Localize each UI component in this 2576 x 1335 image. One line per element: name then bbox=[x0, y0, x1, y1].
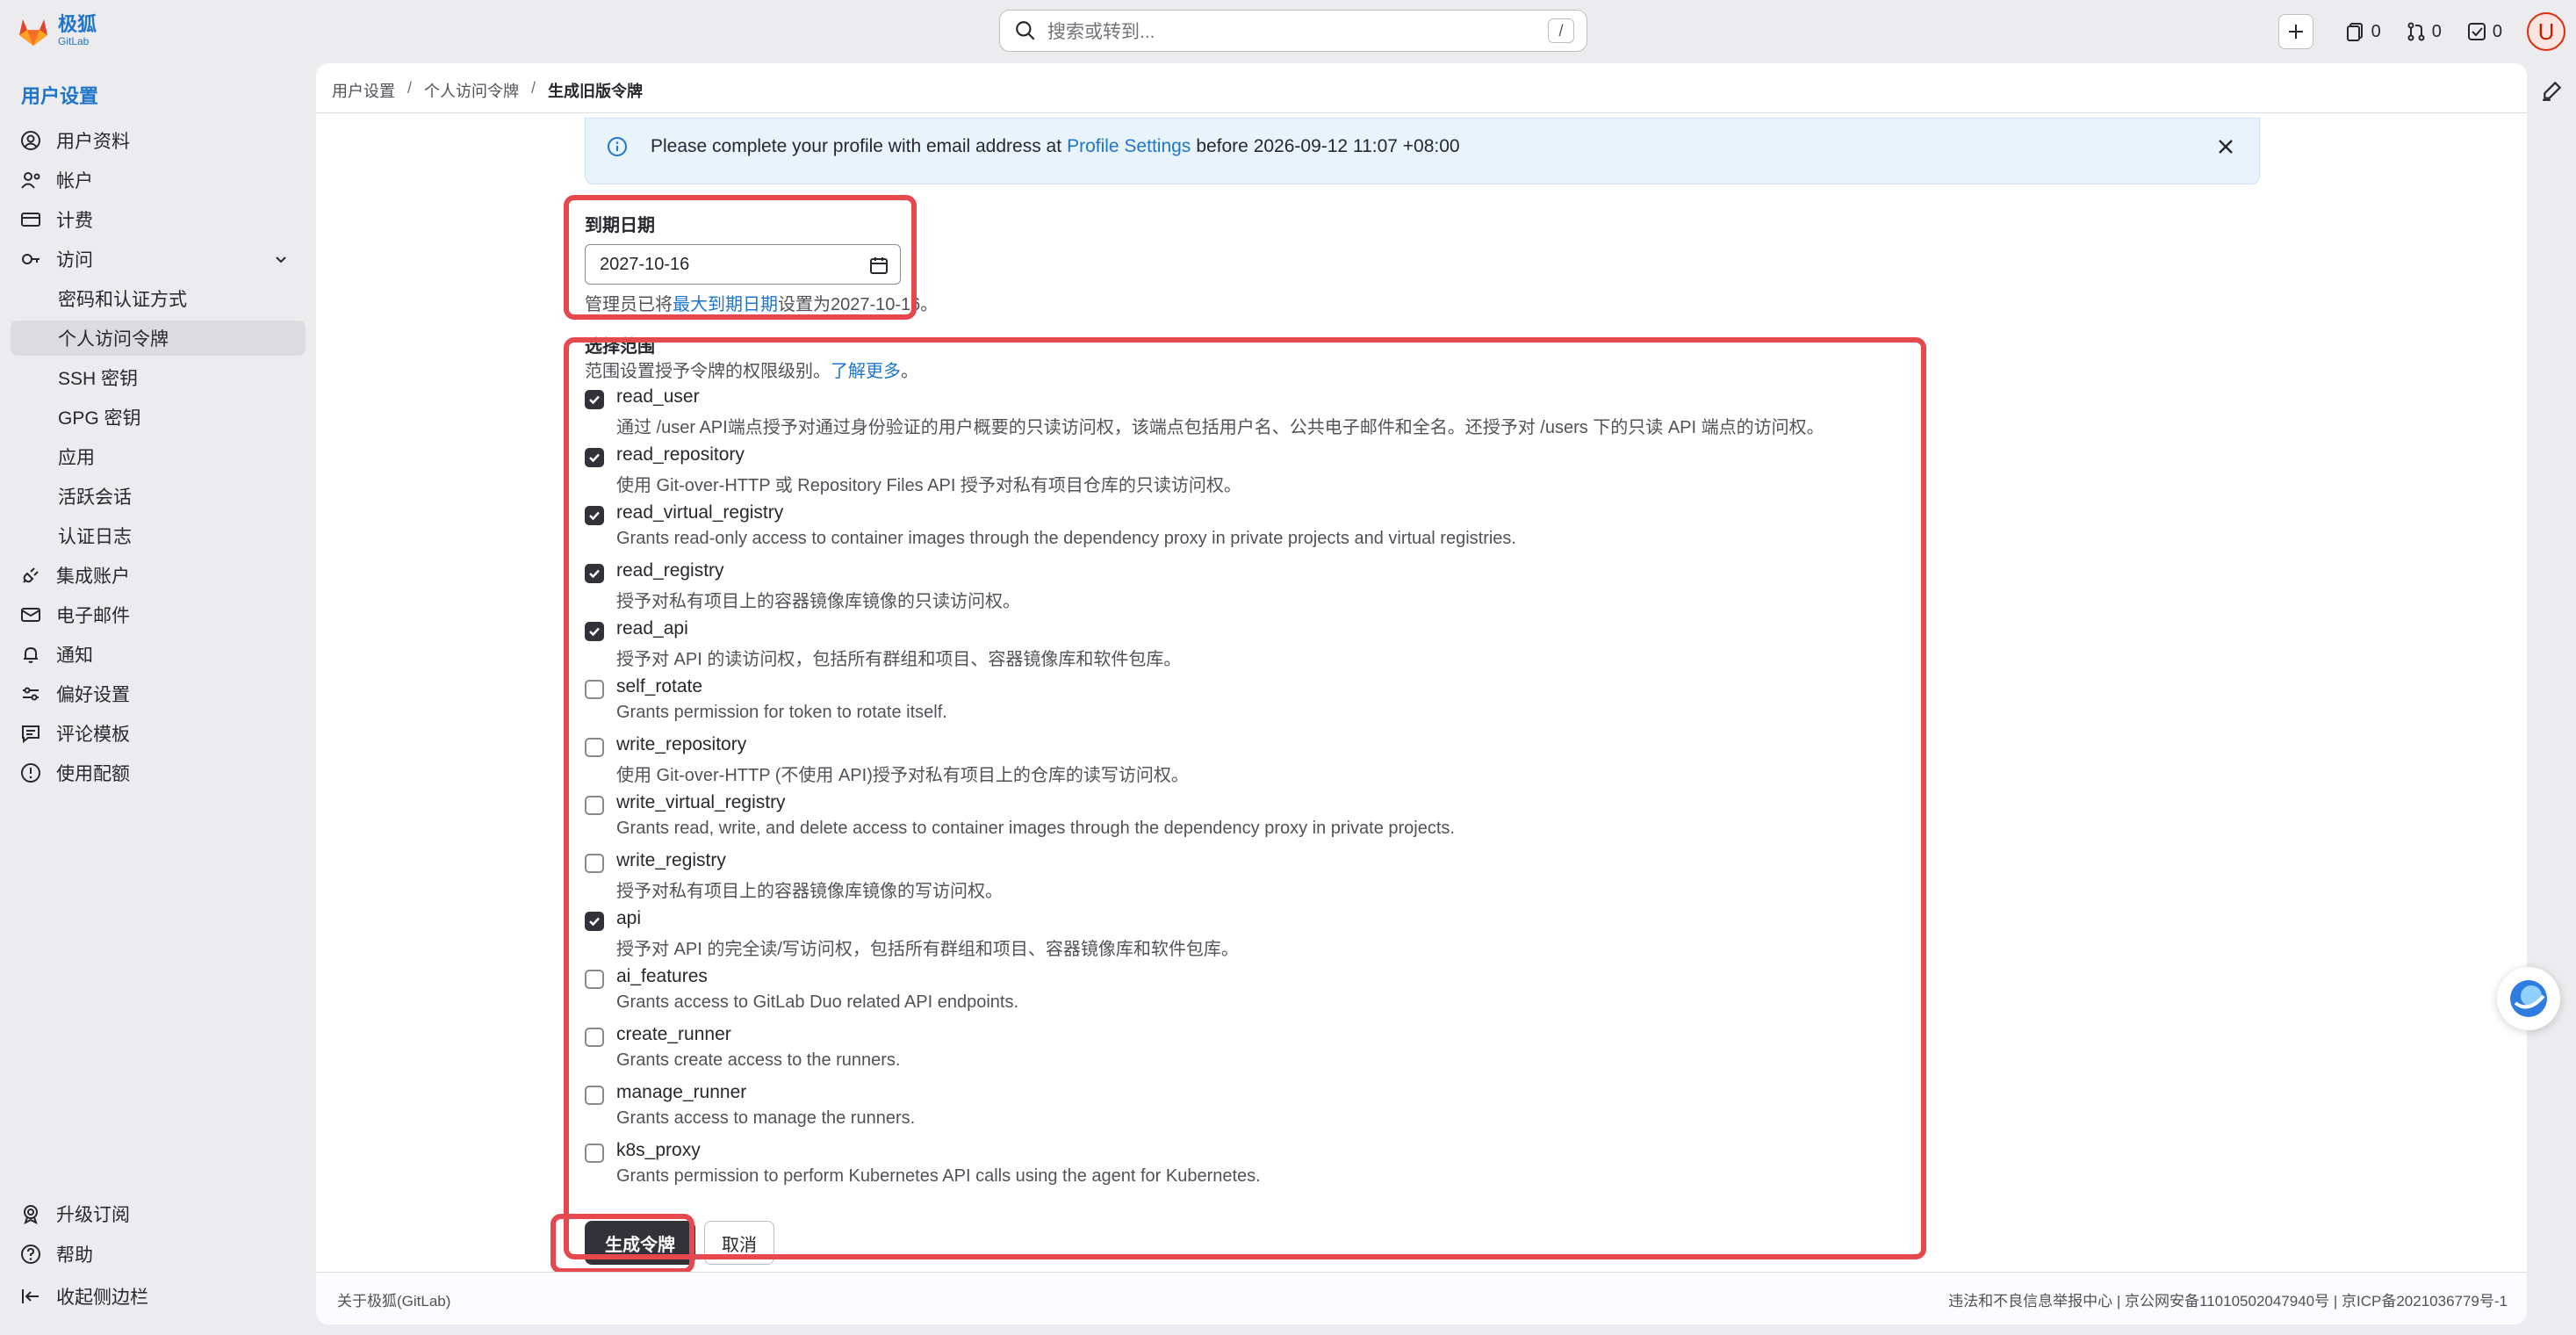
breadcrumb-divider bbox=[316, 112, 2527, 113]
sidebar-item-ssh-keys[interactable]: SSH 密钥 bbox=[11, 360, 306, 395]
close-icon[interactable] bbox=[2215, 136, 2236, 157]
sidebar-item-label: 帮助 bbox=[56, 1245, 93, 1266]
collapse-sidebar-icon bbox=[22, 1289, 39, 1303]
sidebar-item-label: 密码和认证方式 bbox=[58, 290, 187, 310]
sidebar-item-help[interactable]: 帮助 bbox=[11, 1237, 306, 1272]
sidebar-item-label: 计费 bbox=[56, 211, 93, 231]
search-placeholder: 搜索或转到... bbox=[1047, 22, 1155, 42]
sidebar-item-label: GPG 密钥 bbox=[58, 408, 141, 429]
breadcrumb-personal-access-tokens[interactable]: 个人访问令牌 bbox=[424, 79, 519, 102]
search-icon bbox=[1016, 21, 1035, 40]
sidebar-item-label: 访问 bbox=[56, 250, 93, 271]
breadcrumb-user-settings[interactable]: 用户设置 bbox=[332, 79, 395, 102]
upgrade-icon bbox=[24, 1205, 38, 1224]
todo-icon bbox=[2467, 23, 2486, 40]
profile-settings-link[interactable]: Profile Settings bbox=[1067, 136, 1191, 157]
issues-icon bbox=[2346, 23, 2363, 41]
sidebar-item-emails[interactable]: 电子邮件 bbox=[11, 597, 306, 632]
chevron-down-icon bbox=[276, 256, 286, 263]
comment-template-icon bbox=[22, 725, 40, 744]
sidebar-item-label: 电子邮件 bbox=[56, 606, 130, 626]
plus-icon bbox=[2288, 25, 2303, 39]
info-icon bbox=[608, 137, 627, 156]
bell-icon bbox=[24, 646, 38, 663]
assistant-icon bbox=[2510, 980, 2547, 1017]
alert-text-after: before 2026-09-12 11:07 +08:00 bbox=[1196, 136, 1460, 156]
mail-icon bbox=[21, 608, 40, 622]
account-icon bbox=[21, 172, 40, 189]
annotation-box-expiry bbox=[564, 195, 917, 320]
sidebar-item-label: 使用配额 bbox=[56, 764, 130, 784]
user-avatar[interactable]: U bbox=[2527, 12, 2565, 51]
main-content: 用户设置 / 个人访问令牌 / 生成旧版令牌 Please complete y… bbox=[316, 63, 2527, 1324]
profile-alert: Please complete your profile with email … bbox=[585, 118, 2260, 184]
sidebar-item-label: 评论模板 bbox=[56, 725, 130, 745]
user-icon bbox=[21, 131, 40, 150]
annotation-box-scopes bbox=[564, 337, 1926, 1259]
sidebar-item-integrated-accounts[interactable]: 集成账户 bbox=[11, 558, 306, 593]
sidebar-item-label: 收起侧边栏 bbox=[56, 1288, 148, 1308]
search-shortcut-key: / bbox=[1548, 18, 1574, 43]
footer: 关于极狐(GitLab) 违法和不良信息举报中心 | 京公网安备11010502… bbox=[316, 1272, 2527, 1324]
preferences-icon bbox=[23, 687, 39, 701]
sidebar-item-label: SSH 密钥 bbox=[58, 369, 139, 389]
sidebar-item-notifications[interactable]: 通知 bbox=[11, 637, 306, 672]
sidebar-item-label: 个人访问令牌 bbox=[58, 329, 169, 350]
sidebar-item-upgrade[interactable]: 升级订阅 bbox=[11, 1196, 306, 1231]
merge-requests-count: 0 bbox=[2431, 21, 2442, 41]
sidebar-item-collapse[interactable]: 收起侧边栏 bbox=[11, 1279, 306, 1314]
sidebar-item-active-sessions[interactable]: 活跃会话 bbox=[11, 479, 306, 514]
sidebar-title: 用户设置 bbox=[21, 85, 99, 107]
sidebar-item-label: 升级订阅 bbox=[56, 1205, 130, 1225]
footer-about-link[interactable]: 关于极狐(GitLab) bbox=[337, 1288, 450, 1310]
sidebar-item-applications[interactable]: 应用 bbox=[11, 439, 306, 474]
sidebar-item-label: 用户资料 bbox=[56, 132, 130, 152]
search-input[interactable]: 搜索或转到... / bbox=[999, 10, 1587, 52]
breadcrumb-current: 生成旧版令牌 bbox=[548, 83, 644, 100]
sidebar-item-preferences[interactable]: 偏好设置 bbox=[11, 676, 306, 711]
sidebar-item-gpg-keys[interactable]: GPG 密钥 bbox=[11, 400, 306, 435]
sidebar-item-comment-templates[interactable]: 评论模板 bbox=[11, 716, 306, 751]
sidebar-item-password-auth[interactable]: 密码和认证方式 bbox=[11, 281, 306, 316]
sidebar-item-label: 通知 bbox=[56, 646, 93, 666]
sidebar-item-account[interactable]: 帐户 bbox=[11, 162, 306, 198]
right-rail bbox=[2527, 63, 2576, 1335]
todos-count: 0 bbox=[2492, 21, 2502, 41]
merge-request-icon bbox=[2407, 22, 2425, 41]
credit-card-icon bbox=[21, 213, 40, 227]
sidebar-item-personal-access-tokens[interactable]: 个人访问令牌 bbox=[11, 321, 306, 356]
sidebar-item-label: 认证日志 bbox=[58, 527, 132, 547]
breadcrumb: 用户设置 / 个人访问令牌 / 生成旧版令牌 bbox=[332, 79, 644, 102]
sidebar-item-label: 集成账户 bbox=[56, 566, 130, 587]
issues-count: 0 bbox=[2371, 21, 2381, 41]
todos-counter[interactable]: 0 bbox=[2466, 21, 2502, 42]
sidebar-item-usage-quotas[interactable]: 使用配额 bbox=[11, 755, 306, 790]
annotation-box-generate bbox=[550, 1214, 694, 1274]
sidebar-item-label: 帐户 bbox=[56, 171, 93, 191]
footer-legal-text: 违法和不良信息举报中心 | 京公网安备11010502047940号 | 京IC… bbox=[1948, 1293, 2508, 1310]
sidebar: 用户设置 用户资料 帐户 计费 访问 密码和认证方式 个人访问令牌 SSH 密钥… bbox=[0, 63, 316, 1335]
quota-icon bbox=[21, 763, 40, 783]
gitlab-logo[interactable]: 极狐 GitLab bbox=[16, 14, 97, 47]
edit-note-icon[interactable] bbox=[2541, 79, 2564, 102]
logo-text: 极狐 bbox=[58, 13, 97, 35]
help-icon bbox=[21, 1245, 40, 1264]
sidebar-item-auth-log[interactable]: 认证日志 bbox=[11, 518, 306, 553]
sidebar-item-label: 应用 bbox=[58, 448, 95, 468]
sidebar-item-profile[interactable]: 用户资料 bbox=[11, 123, 306, 158]
sidebar-item-label: 偏好设置 bbox=[56, 685, 130, 705]
create-new-button[interactable] bbox=[2277, 14, 2313, 49]
key-icon bbox=[22, 254, 40, 264]
sidebar-item-label: 活跃会话 bbox=[58, 487, 132, 508]
plug-icon bbox=[23, 567, 39, 583]
issues-counter[interactable]: 0 bbox=[2345, 21, 2381, 42]
sidebar-item-access[interactable]: 访问 bbox=[11, 242, 306, 277]
merge-requests-counter[interactable]: 0 bbox=[2406, 21, 2442, 42]
logo-subtext: GitLab bbox=[58, 35, 90, 47]
alert-text-before: Please complete your profile with email … bbox=[651, 136, 1062, 156]
fox-logo-icon bbox=[19, 19, 47, 46]
sidebar-item-billing[interactable]: 计费 bbox=[11, 202, 306, 237]
assistant-float-button[interactable] bbox=[2497, 967, 2560, 1030]
top-bar: 极狐 GitLab 搜索或转到... / 0 0 0 U bbox=[0, 0, 2576, 63]
